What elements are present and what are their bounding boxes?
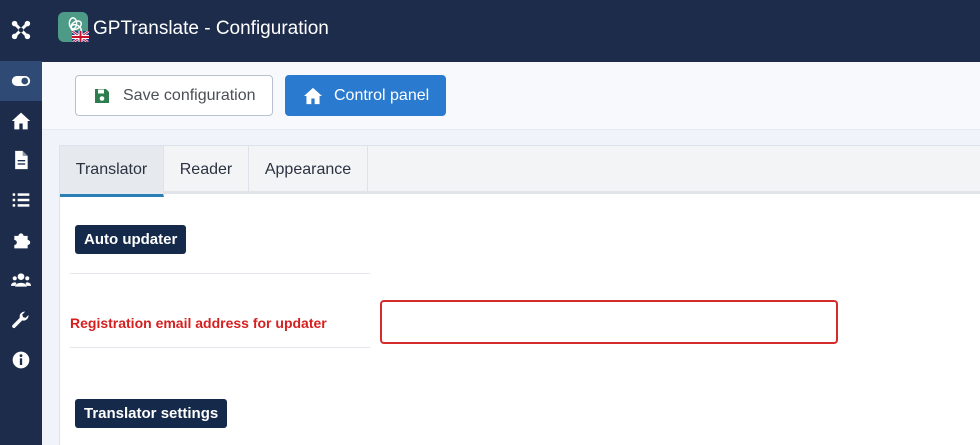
save-configuration-label: Save configuration (123, 86, 256, 104)
sidebar-item-system[interactable] (0, 300, 42, 340)
sidebar-item-help[interactable] (0, 340, 42, 380)
uk-flag-icon (72, 30, 89, 42)
sidebar-item-users[interactable] (0, 260, 42, 300)
divider (70, 273, 370, 274)
file-icon (15, 150, 28, 170)
tab-translator[interactable]: Translator (60, 146, 164, 197)
sidebar-item-home[interactable] (0, 101, 42, 141)
puzzle-icon (14, 233, 31, 249)
registration-email-label: Registration email address for updater (70, 315, 327, 331)
sidebar-item-toggle[interactable] (0, 61, 42, 101)
home-icon (303, 87, 323, 105)
header: GPTranslate - Configuration (42, 0, 980, 62)
list-icon (12, 193, 30, 207)
wrench-icon (12, 311, 29, 329)
sidebar-item-menus[interactable] (0, 180, 42, 220)
sidebar-item-extensions[interactable] (0, 220, 42, 260)
page-title: GPTranslate - Configuration (93, 18, 329, 39)
tab-reader[interactable]: Reader (164, 146, 249, 194)
toggle-icon (11, 76, 31, 86)
control-panel-button[interactable]: Control panel (285, 75, 446, 116)
info-icon (12, 351, 30, 369)
section-heading-translator-settings: Translator settings (75, 399, 228, 428)
sidebar-item-content[interactable] (0, 140, 42, 180)
registration-email-input[interactable] (380, 300, 838, 344)
home-icon (11, 112, 31, 130)
toolbar: Save configuration Control panel (42, 62, 980, 130)
tab-appearance[interactable]: Appearance (249, 146, 368, 194)
section-heading-auto-updater: Auto updater (75, 225, 187, 254)
control-panel-label: Control panel (334, 86, 430, 104)
sidebar (0, 0, 42, 445)
joomla-logo-icon[interactable] (0, 0, 42, 60)
tab-bar: Translator Reader Appearance (60, 146, 980, 197)
divider (70, 347, 370, 348)
save-icon (94, 88, 110, 104)
save-configuration-button[interactable]: Save configuration (75, 75, 273, 116)
users-icon (11, 273, 31, 287)
